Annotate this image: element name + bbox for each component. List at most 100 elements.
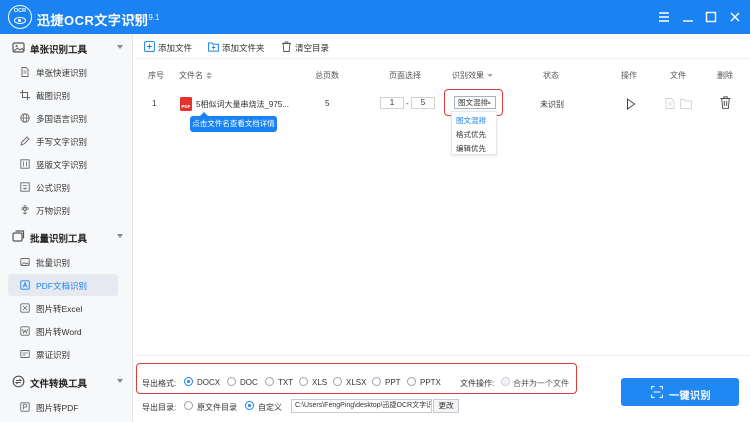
- radio-button[interactable]: [333, 377, 342, 386]
- image-icon: [12, 42, 25, 53]
- sidebar-item-single-quick[interactable]: 单张快速识别: [8, 61, 118, 83]
- col-header-file: 文件: [670, 71, 686, 80]
- col-header-page-select: 页面选择: [389, 71, 421, 80]
- sidebar-item-label: PDF文档识别: [36, 281, 88, 291]
- minimize-icon[interactable]: [680, 9, 696, 25]
- image-pdf-icon: [20, 402, 30, 412]
- sort-icon: [206, 72, 212, 80]
- convert-icon: [12, 375, 25, 388]
- radio-button[interactable]: [299, 377, 308, 386]
- sidebar-item-word[interactable]: 图片转Word: [8, 320, 118, 342]
- effect-option[interactable]: 图文混排: [456, 115, 486, 126]
- delete-icon[interactable]: [720, 96, 731, 109]
- maximize-icon[interactable]: [703, 9, 719, 25]
- radio-button[interactable]: [184, 377, 193, 386]
- col-header-filename[interactable]: 文件名: [179, 70, 212, 81]
- effect-option[interactable]: 格式优先: [456, 129, 486, 140]
- play-icon[interactable]: [626, 98, 636, 110]
- vertical-text-icon: [20, 159, 30, 169]
- pdf-icon: [20, 280, 30, 290]
- radio-button[interactable]: [407, 377, 416, 386]
- sidebar-item-label: 万物识别: [36, 206, 71, 216]
- effect-option[interactable]: 编辑优先: [456, 143, 486, 154]
- col-header-pages: 总页数: [315, 71, 339, 80]
- dir-label: 导出目录:: [142, 403, 177, 412]
- pen-icon: [20, 136, 30, 146]
- sidebar-item-label: 图片转PDF: [36, 403, 79, 413]
- excel-icon: [20, 303, 30, 313]
- row-filename[interactable]: 5相似词大量串烧法_975...: [196, 99, 289, 110]
- col-header-action: 操作: [621, 71, 637, 80]
- document-icon[interactable]: [665, 98, 675, 109]
- sidebar-item-object[interactable]: 万物识别: [8, 199, 118, 221]
- add-file-label: 添加文件: [158, 43, 193, 53]
- sidebar-item-label: 单张快速识别: [36, 68, 88, 78]
- radio-button[interactable]: [372, 377, 381, 386]
- page-range-separator: -: [406, 99, 409, 108]
- row-pages: 5: [325, 99, 330, 108]
- radio-button[interactable]: [265, 377, 274, 386]
- sidebar-item-formula[interactable]: 公式识别: [8, 176, 118, 198]
- col-header-status: 状态: [543, 71, 559, 80]
- chevron-down-icon: [117, 379, 123, 383]
- crop-icon: [20, 90, 30, 100]
- change-path-button[interactable]: 更改: [433, 399, 459, 413]
- sidebar-item-label: 图片转Word: [36, 327, 82, 337]
- sidebar-item-handwriting[interactable]: 手写文字识别: [8, 130, 118, 152]
- file-op-label: 文件操作:: [460, 379, 495, 388]
- pdf-file-icon: PDF: [180, 97, 192, 111]
- folder-icon[interactable]: [680, 98, 692, 109]
- sidebar-item-pdf[interactable]: PDF文档识别: [8, 274, 118, 296]
- row-index: 1: [152, 99, 157, 108]
- chevron-down-icon: [117, 234, 123, 238]
- sidebar-item-multilang[interactable]: 多国语言识别: [8, 107, 118, 129]
- sidebar-item-screenshot[interactable]: 截图识别: [8, 84, 118, 106]
- sidebar-item-label: 截图识别: [36, 91, 71, 101]
- radio-button[interactable]: [227, 377, 236, 386]
- chevron-up-icon: [487, 101, 491, 104]
- sidebar-item-ticket[interactable]: 票证识别: [8, 343, 118, 365]
- radio-button[interactable]: [245, 401, 254, 410]
- sidebar-item-image-to-pdf[interactable]: 图片转PDF: [8, 396, 118, 418]
- chevron-down-icon: [117, 45, 123, 49]
- images-icon: [20, 258, 30, 266]
- app-version: v8.7.9.1: [131, 13, 160, 22]
- app-logo-icon: OCR: [8, 5, 32, 29]
- sidebar-group-label: 单张识别工具: [30, 45, 88, 56]
- radio-button[interactable]: [184, 401, 193, 410]
- output-path-input[interactable]: C:\Users\FengPing\desktop\迅捷OCR文字识: [291, 399, 432, 413]
- sidebar-group-convert[interactable]: 文件转换工具: [0, 370, 133, 394]
- close-icon[interactable]: [727, 9, 743, 25]
- menu-icon[interactable]: [656, 9, 672, 25]
- flower-icon: [21, 205, 29, 215]
- sidebar-item-excel[interactable]: 图片转Excel: [8, 297, 118, 319]
- format-label: 导出格式:: [142, 379, 177, 388]
- add-folder-label: 添加文件夹: [222, 43, 265, 53]
- page-from-input[interactable]: 1: [380, 97, 404, 109]
- sidebar-item-label: 多国语言识别: [36, 114, 88, 124]
- sidebar-item-label: 手写文字识别: [36, 137, 88, 147]
- formula-icon: [20, 182, 30, 192]
- col-header-effect[interactable]: 识别效果: [452, 70, 493, 81]
- start-ocr-button[interactable]: 一键识别: [621, 378, 739, 406]
- sidebar-group-batch[interactable]: 批量识别工具: [0, 225, 133, 249]
- sidebar-item-label: 公式识别: [36, 183, 71, 193]
- scan-icon: [651, 386, 663, 398]
- effect-select[interactable]: 图文混排: [454, 96, 496, 109]
- row-status: 未识别: [540, 100, 564, 109]
- effect-dropdown: 图文混排 格式优先 编辑优先: [451, 111, 497, 155]
- radio-button[interactable]: [501, 377, 510, 386]
- sidebar-item-label: 票证识别: [36, 350, 71, 360]
- add-folder-icon: [208, 42, 219, 52]
- file-icon: [21, 67, 29, 77]
- trash-icon: [282, 41, 291, 52]
- sidebar: 单张识别工具 单张快速识别 截图识别 多国语言识别 手写文字识别 竖版文字识别 …: [0, 34, 133, 422]
- page-to-input[interactable]: 5: [411, 97, 435, 109]
- globe-icon: [20, 113, 30, 123]
- sidebar-group-single[interactable]: 单张识别工具: [0, 36, 133, 60]
- logo-text: OCR: [13, 8, 27, 14]
- chevron-down-icon: [487, 74, 493, 78]
- sidebar-item-vertical-text[interactable]: 竖版文字识别: [8, 153, 118, 175]
- sidebar-item-batch[interactable]: 批量识别: [8, 251, 118, 273]
- word-icon: [20, 326, 30, 336]
